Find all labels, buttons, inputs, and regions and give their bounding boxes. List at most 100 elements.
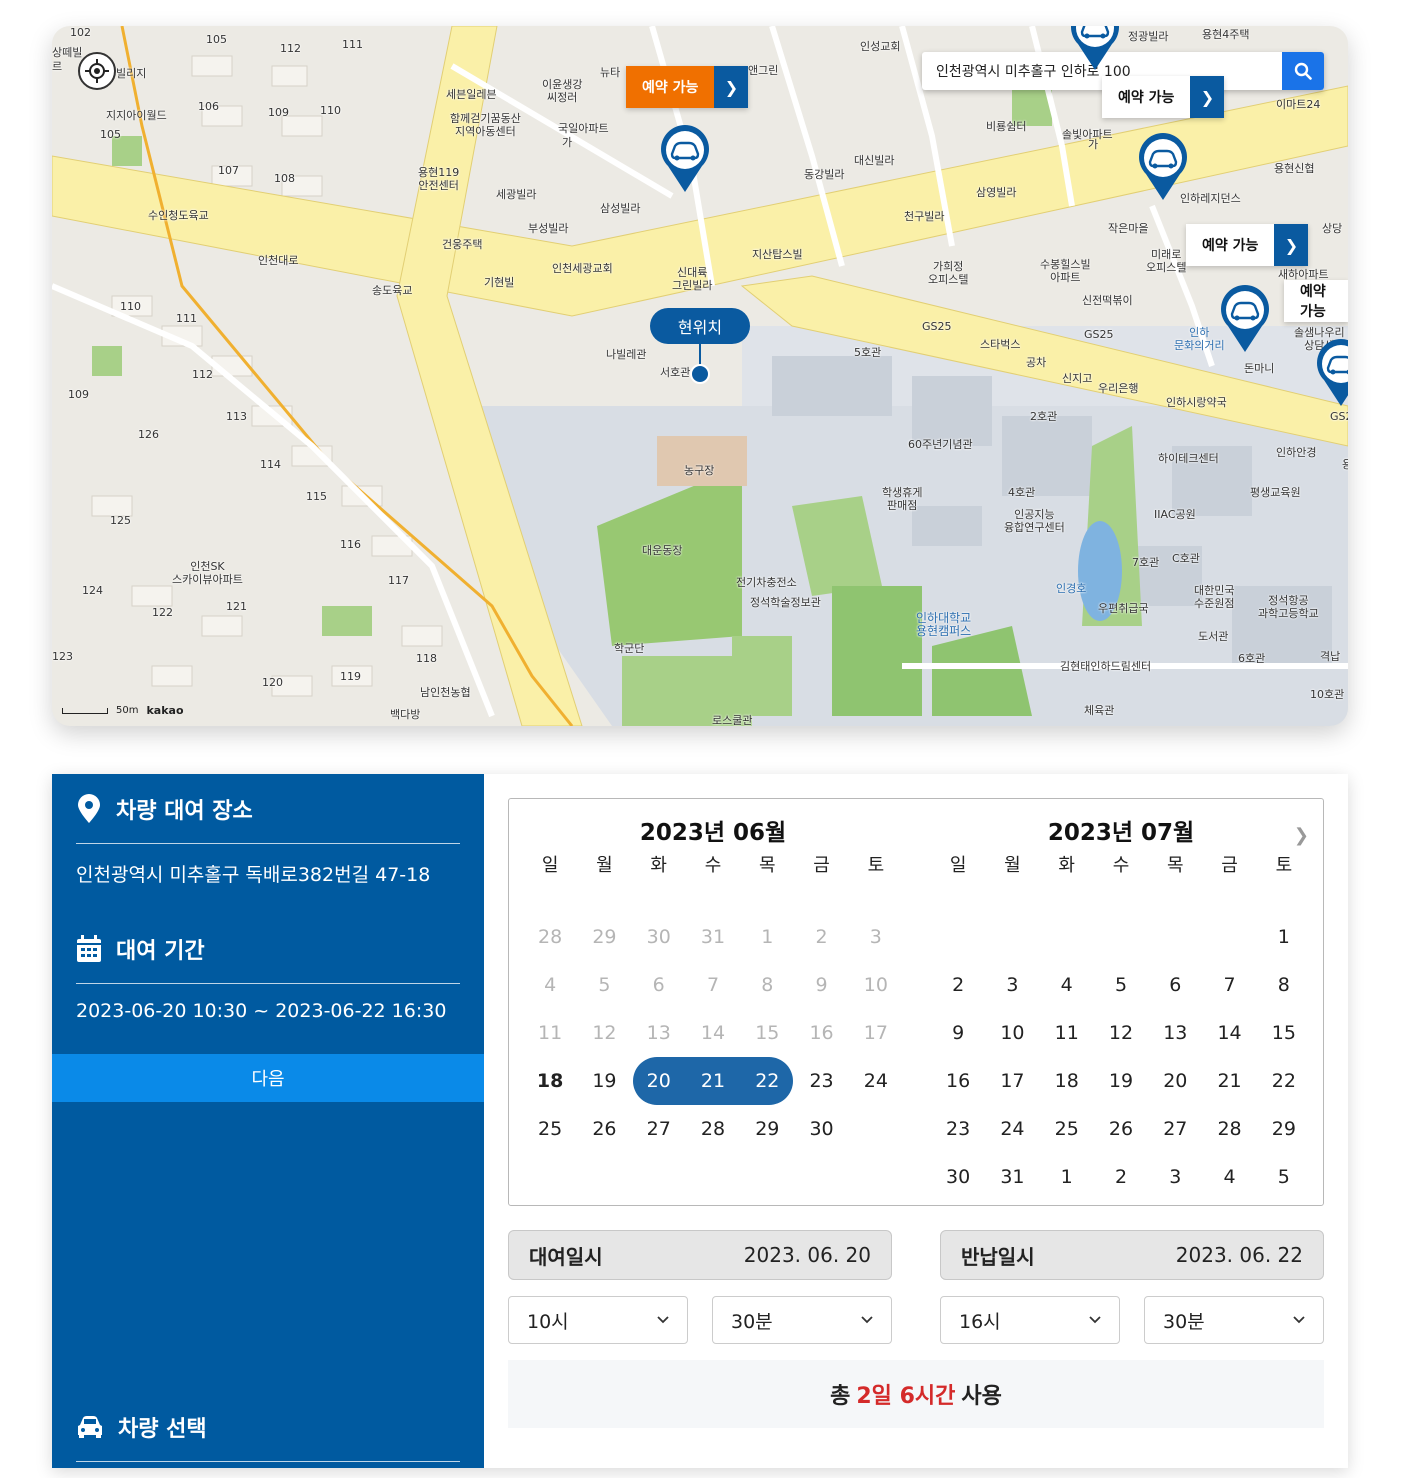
map-label: 121: [226, 600, 247, 613]
locate-me-button[interactable]: [78, 52, 116, 90]
calendar-day[interactable]: 16: [931, 1057, 985, 1105]
calendar-empty-cell: [1094, 913, 1148, 961]
calendar-day[interactable]: 12: [1094, 1009, 1148, 1057]
calendar-day[interactable]: 13: [1148, 1009, 1202, 1057]
search-button[interactable]: [1282, 52, 1324, 90]
calendar-day[interactable]: 28: [1202, 1105, 1256, 1153]
calendar-day[interactable]: 2: [1094, 1153, 1148, 1201]
calendar-day[interactable]: 18: [1040, 1057, 1094, 1105]
car-location-pin[interactable]: [1216, 282, 1274, 354]
period-title: 대여 기간: [116, 938, 205, 964]
map-label: 앤그린: [748, 64, 779, 77]
calendar-day[interactable]: 29: [1257, 1105, 1311, 1153]
calendar-day[interactable]: 30: [931, 1153, 985, 1201]
car-location-pin[interactable]: [1312, 336, 1348, 408]
car-location-pin[interactable]: [1134, 130, 1192, 202]
calendar-day[interactable]: 14: [1202, 1009, 1256, 1057]
calendar-day[interactable]: 23: [931, 1105, 985, 1153]
calendar-day[interactable]: 23: [794, 1057, 848, 1105]
calendar-day: 6: [652, 974, 665, 996]
chevron-right-icon: ❯: [1190, 76, 1225, 118]
period-section: 대여 기간 2023-06-20 10:30 ~ 2023-06-22 16:3…: [76, 914, 460, 1022]
calendar-day[interactable]: 6: [1148, 961, 1202, 1009]
map-label: 대한민국 수준원점: [1194, 584, 1235, 610]
map-label: 학생휴게 판매점: [882, 486, 923, 512]
return-hour-select[interactable]: 16시: [940, 1296, 1120, 1344]
calendar-day[interactable]: 1: [1257, 913, 1311, 961]
map-label: 인천대로: [258, 254, 299, 267]
calendar-day[interactable]: 17: [985, 1057, 1039, 1105]
calendar-day: 4: [544, 974, 557, 996]
calendar-day[interactable]: 15: [1257, 1009, 1311, 1057]
calendar-day[interactable]: 22: [1257, 1057, 1311, 1105]
availability-popup[interactable]: 예약 가능 ❯: [626, 66, 749, 108]
map-label: 용현신협: [1274, 162, 1315, 175]
map-label: 123: [52, 650, 73, 663]
calendar-day[interactable]: 20: [1148, 1057, 1202, 1105]
car-location-pin[interactable]: [1066, 26, 1124, 72]
rental-date-value: 2023. 06. 20: [743, 1243, 871, 1267]
next-month-chevron-icon[interactable]: ❯: [1294, 825, 1309, 846]
calendar-day[interactable]: 24: [849, 1057, 903, 1105]
total-duration: 총 2일 6시간 사용: [508, 1360, 1324, 1428]
calendar-day[interactable]: 7: [1202, 961, 1256, 1009]
calendar-day[interactable]: 18: [523, 1057, 577, 1105]
calendar-day[interactable]: 31: [985, 1153, 1039, 1201]
calendar-day[interactable]: 22: [740, 1057, 794, 1105]
availability-popup[interactable]: 예약 가능: [1284, 280, 1348, 322]
calendar-day[interactable]: 4: [1202, 1153, 1256, 1201]
map-label: 110: [120, 300, 141, 313]
map-label: 인천SK 스카이뷰아파트: [172, 560, 243, 586]
map-view[interactable]: 102 105 112 111 상떼빌 르 빌리지 지지아이월드 106 109…: [52, 26, 1348, 726]
return-minute-select[interactable]: 30분: [1144, 1296, 1324, 1344]
calendar-day[interactable]: 20: [632, 1057, 686, 1105]
calendar-day[interactable]: 21: [1202, 1057, 1256, 1105]
calendar-day[interactable]: 4: [1040, 961, 1094, 1009]
rental-minute-select[interactable]: 30분: [712, 1296, 892, 1344]
next-button[interactable]: 다음: [52, 1054, 484, 1102]
calendar-day[interactable]: 27: [1148, 1105, 1202, 1153]
calendar-day[interactable]: 10: [985, 1009, 1039, 1057]
weekday-label: 금: [1221, 855, 1238, 876]
calendar-day[interactable]: 24: [985, 1105, 1039, 1153]
calendar-day[interactable]: 30: [794, 1105, 848, 1153]
calendar-day[interactable]: 1: [1040, 1153, 1094, 1201]
calendar-day[interactable]: 2: [931, 961, 985, 1009]
calendar-day[interactable]: 25: [523, 1105, 577, 1153]
car-location-pin[interactable]: [656, 122, 714, 194]
calendar-day[interactable]: 9: [931, 1009, 985, 1057]
current-location-label: 현위치: [650, 308, 750, 344]
map-pin-icon: [78, 793, 100, 823]
calendar-day[interactable]: 5: [1257, 1153, 1311, 1201]
calendar-day[interactable]: 3: [1148, 1153, 1202, 1201]
calendar-day[interactable]: 29: [740, 1105, 794, 1153]
rental-date-card: 대여일시 2023. 06. 20: [508, 1230, 892, 1280]
calendar-day[interactable]: 8: [1257, 961, 1311, 1009]
map-label: 109: [268, 106, 289, 119]
calendar-day[interactable]: 26: [1094, 1105, 1148, 1153]
calendar-day[interactable]: 5: [1094, 961, 1148, 1009]
rental-date-label: 대여일시: [529, 1244, 603, 1269]
calendar-day[interactable]: 19: [1094, 1057, 1148, 1105]
availability-popup[interactable]: 예약 가능 ❯: [1186, 224, 1309, 266]
calendar-day[interactable]: 26: [577, 1105, 631, 1153]
month-title: 2023년 06월: [639, 820, 787, 846]
map-label: 상떼빌: [52, 46, 83, 59]
calendar-day[interactable]: 3: [985, 961, 1039, 1009]
calendar-day[interactable]: 19: [577, 1057, 631, 1105]
current-location-dot: [690, 364, 710, 384]
map-label: GS2: [1330, 410, 1348, 423]
map-label: 우편취급국: [1098, 602, 1149, 615]
calendar-day[interactable]: 21: [686, 1057, 740, 1105]
map-label: 정석학술정보관: [750, 596, 821, 609]
calendar-day[interactable]: 25: [1040, 1105, 1094, 1153]
availability-popup[interactable]: 예약 가능 ❯: [1102, 76, 1225, 118]
vehicle-header[interactable]: 차량 선택: [76, 1392, 460, 1462]
calendar-day[interactable]: 27: [632, 1105, 686, 1153]
calendar-day: 7: [706, 974, 720, 996]
map-label: 111: [176, 312, 197, 325]
calendar-day[interactable]: 11: [1040, 1009, 1094, 1057]
calendar-day[interactable]: 28: [686, 1105, 740, 1153]
rental-hour-select[interactable]: 10시: [508, 1296, 688, 1344]
weekday-label: 금: [813, 855, 830, 876]
